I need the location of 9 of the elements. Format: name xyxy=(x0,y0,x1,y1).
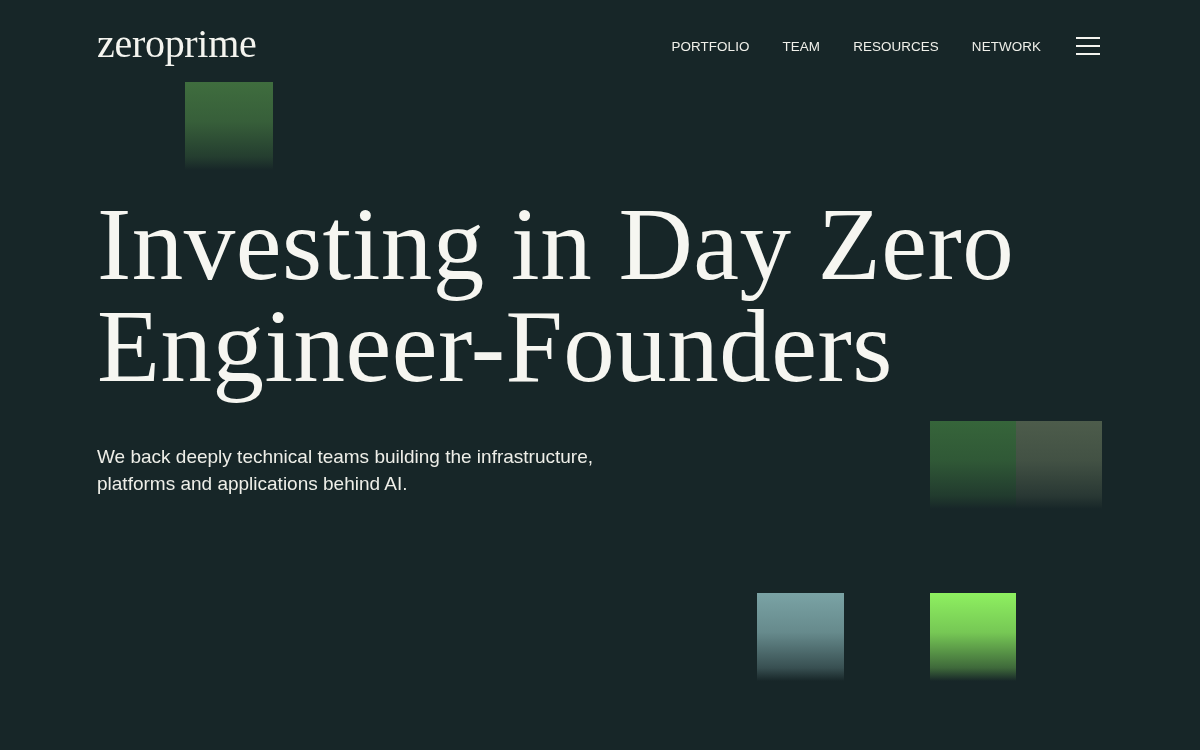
nav-link[interactable]: RESOURCES xyxy=(853,38,939,54)
nav-link[interactable]: TEAM xyxy=(782,38,821,54)
hero-subtitle: We back deeply technical teams building the infrastructure, platforms and applications behind AI. xyxy=(97,445,595,496)
nav-link[interactable]: NETWORK xyxy=(971,38,1041,54)
nav-link[interactable]: PORTFOLIO xyxy=(671,38,750,54)
logo[interactable]: zeroprime xyxy=(97,24,257,64)
menu-button[interactable] xyxy=(1076,37,1100,55)
menu-icon xyxy=(1076,37,1100,55)
hero-headline: Investing in Day Zero Engineer-Founders xyxy=(97,193,1016,405)
